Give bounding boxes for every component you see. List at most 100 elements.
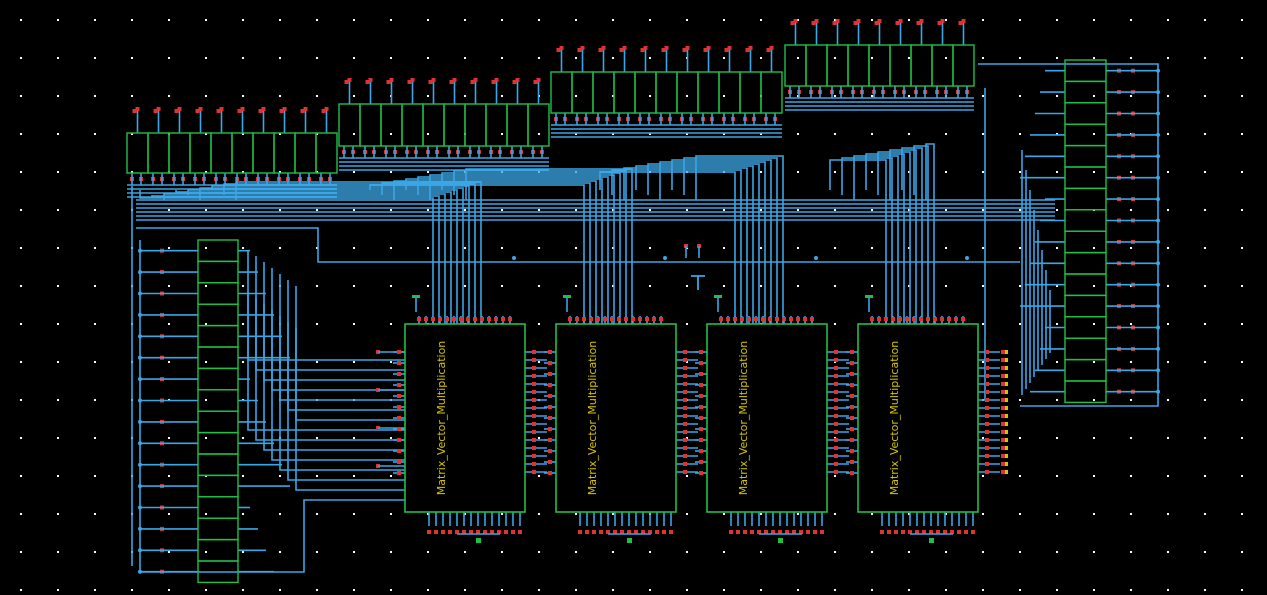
left-register-cell[interactable] xyxy=(197,431,239,455)
register-cell[interactable] xyxy=(910,44,933,87)
register-cell[interactable] xyxy=(550,71,573,114)
register-cell[interactable] xyxy=(359,103,382,147)
left-register-cell[interactable] xyxy=(197,496,239,519)
register-cell[interactable] xyxy=(697,71,720,114)
register-cell[interactable] xyxy=(401,103,424,147)
register-cell[interactable] xyxy=(338,103,361,147)
bus-to-mvm[interactable] xyxy=(465,168,633,324)
mvm-instances[interactable]: Matrix_Vector_Multiplication Matrix_Vecto… xyxy=(404,295,1008,543)
right-register-cell[interactable] xyxy=(1064,123,1107,147)
mvm-block-1[interactable]: Matrix_Vector_Multiplication xyxy=(404,295,526,543)
left-to-mvm[interactable] xyxy=(279,274,405,401)
register-cell[interactable] xyxy=(126,132,149,174)
bus-to-mvm[interactable] xyxy=(223,183,476,324)
register-cell[interactable] xyxy=(634,71,657,114)
register-cell[interactable] xyxy=(485,103,508,147)
right-register-cell[interactable] xyxy=(1064,358,1107,382)
right-register-cell[interactable] xyxy=(1064,230,1107,254)
left-register-cell[interactable] xyxy=(197,453,239,477)
register-cell[interactable] xyxy=(273,132,296,174)
bus-to-mvm[interactable] xyxy=(889,149,917,324)
left-to-mvm[interactable] xyxy=(271,310,405,461)
right-register-cell[interactable] xyxy=(1064,144,1107,168)
register-cell[interactable] xyxy=(805,44,828,87)
register-cell[interactable] xyxy=(718,71,741,114)
register-cell[interactable] xyxy=(506,103,529,147)
register-cell[interactable] xyxy=(168,132,191,174)
left-to-mvm[interactable] xyxy=(255,256,405,371)
left-register-cell[interactable] xyxy=(197,324,239,348)
right-register-cell[interactable] xyxy=(1064,187,1107,211)
register-cell[interactable] xyxy=(294,132,317,174)
register-cell[interactable] xyxy=(889,44,912,87)
mvm-block-outline[interactable] xyxy=(555,323,677,513)
left-register-cell[interactable] xyxy=(197,389,239,412)
bus-to-mvm[interactable] xyxy=(417,176,609,324)
register-cell[interactable] xyxy=(784,44,807,87)
left-to-mvm[interactable] xyxy=(279,316,405,471)
bus-to-mvm[interactable] xyxy=(841,157,893,324)
register-cell[interactable] xyxy=(147,132,170,174)
right-register-cell[interactable] xyxy=(1064,337,1107,361)
bus-to-mvm[interactable] xyxy=(683,157,778,324)
register-cell[interactable] xyxy=(210,132,233,174)
left-to-mvm[interactable] xyxy=(287,322,405,481)
mvm-block-2[interactable]: Matrix_Vector_Multiplication xyxy=(555,295,677,543)
right-register-cell[interactable] xyxy=(1064,273,1107,297)
bus-to-mvm[interactable] xyxy=(211,185,470,324)
left-register-cell[interactable] xyxy=(197,474,239,498)
bus-to-mvm[interactable] xyxy=(659,161,766,324)
register-cell[interactable] xyxy=(571,71,594,114)
register-cell[interactable] xyxy=(952,44,975,87)
left-register-cell[interactable] xyxy=(197,239,239,263)
left-register-cell[interactable] xyxy=(197,367,239,391)
mvm-block-4[interactable]: Matrix_Vector_Multiplication xyxy=(857,295,979,543)
register-cell[interactable] xyxy=(231,132,254,174)
right-register-cell[interactable] xyxy=(1064,294,1107,318)
register-cell[interactable] xyxy=(847,44,870,87)
register-cell[interactable] xyxy=(189,132,212,174)
left-register-cell[interactable] xyxy=(197,282,239,305)
right-register-cell[interactable] xyxy=(1064,251,1107,275)
register-cell[interactable] xyxy=(826,44,849,87)
left-register-cell[interactable] xyxy=(197,303,239,327)
left-register-cell[interactable] xyxy=(197,260,239,284)
right-register-cell[interactable] xyxy=(1064,316,1107,339)
bus-to-mvm[interactable] xyxy=(369,184,585,324)
bus-to-mvm[interactable] xyxy=(647,163,760,324)
bus-to-mvm[interactable] xyxy=(139,190,434,324)
right-register-cell[interactable] xyxy=(1064,80,1107,104)
misc-symbols[interactable] xyxy=(691,275,705,290)
register-cell[interactable] xyxy=(655,71,678,114)
left-register-cell[interactable] xyxy=(197,517,239,541)
register-cell[interactable] xyxy=(931,44,954,87)
bus-to-mvm[interactable] xyxy=(901,147,923,324)
mvm-block-outline[interactable] xyxy=(857,323,979,513)
mvm-block-outline[interactable] xyxy=(706,323,828,513)
left-register-cell[interactable] xyxy=(197,346,239,370)
schematic-canvas[interactable]: Matrix_Vector_Multiplication Matrix_Vecto… xyxy=(0,0,1267,595)
register-cell[interactable] xyxy=(443,103,466,147)
register-cell[interactable] xyxy=(315,132,338,174)
register-cell[interactable] xyxy=(592,71,615,114)
register-cell[interactable] xyxy=(252,132,275,174)
trunk-bus[interactable] xyxy=(136,227,1020,263)
right-register-cell[interactable] xyxy=(1064,209,1107,232)
register-cell[interactable] xyxy=(760,71,783,114)
register-cell[interactable] xyxy=(868,44,891,87)
register-cell[interactable] xyxy=(527,103,550,147)
register-cell[interactable] xyxy=(613,71,636,114)
left-register-cell[interactable] xyxy=(197,538,239,562)
right-register-cell[interactable] xyxy=(1064,102,1107,125)
mvm-block-3[interactable]: Matrix_Vector_Multiplication xyxy=(706,295,828,543)
register-cell[interactable] xyxy=(739,71,762,114)
left-to-mvm[interactable] xyxy=(255,298,405,441)
left-register-cell[interactable] xyxy=(197,410,239,434)
bus-to-mvm[interactable] xyxy=(671,159,772,324)
bus-to-mvm[interactable] xyxy=(393,180,597,324)
left-to-mvm[interactable] xyxy=(271,268,405,391)
left-to-mvm[interactable] xyxy=(263,262,405,381)
right-register-cell[interactable] xyxy=(1064,380,1107,404)
register-cell[interactable] xyxy=(380,103,403,147)
mvm-block-outline[interactable] xyxy=(404,323,526,513)
